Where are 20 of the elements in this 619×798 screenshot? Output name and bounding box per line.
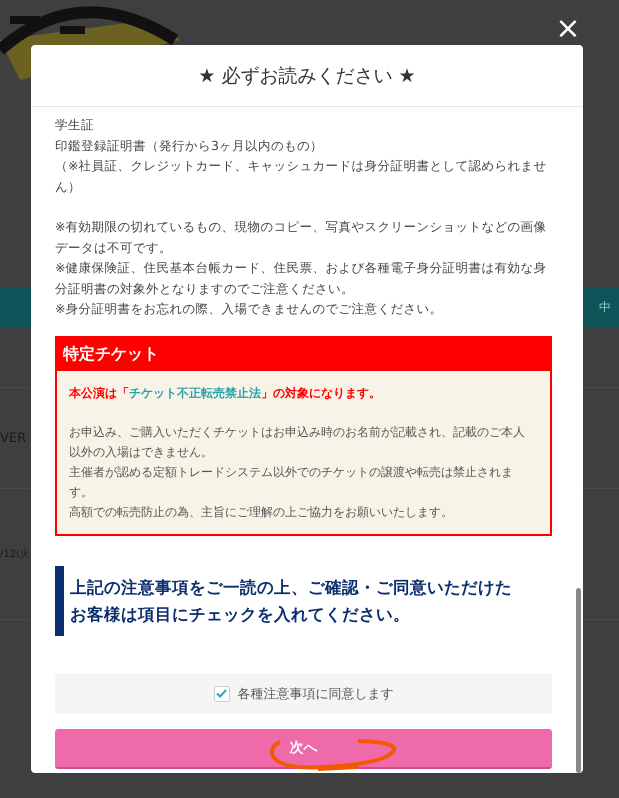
id-document-text: （※社員証、クレジットカード、キャッシュカードは身分証明書として認められません） bbox=[55, 157, 548, 196]
ticket-rule-text: 主催者が認める定額トレードシステム以外でのチケットの譲渡や転売は禁止されます。 bbox=[69, 464, 514, 500]
scrollbar-thumb[interactable] bbox=[576, 588, 581, 773]
agree-checkbox[interactable] bbox=[214, 686, 230, 702]
special-ticket-heading: 特定チケット bbox=[57, 338, 550, 370]
status-text: 中 bbox=[599, 298, 611, 316]
ticket-rule-text: 高額での転売防止の為、主旨にご理解の上ご協力をお願いいたします。 bbox=[69, 504, 454, 520]
check-icon bbox=[216, 689, 227, 698]
note-text: ※有効期限の切れているもの、現物のコピー、写真やスクリーンショットなどの画像データは不可です。 bbox=[55, 218, 548, 256]
confirm-heading: 上記の注意事項をご一読の上、ご確認・ご同意いただけたお客様は項目にチェックを入れてください。 bbox=[55, 566, 552, 636]
law-notice-text: 本公演は「チケット不正転売禁止法」の対象になります。 bbox=[69, 384, 382, 402]
agree-checkbox-row[interactable]: 各種注意事項に同意します bbox=[55, 674, 552, 714]
note-text: ※健康保険証、住民基本台帳カード、住民票、および各種電子身分証明書は有効な身分証明書の対象外となりますのでご注意ください。 bbox=[55, 259, 548, 298]
id-document-text: 印鑑登録証明書（発行から3ヶ月以内のもの） bbox=[55, 136, 324, 154]
note-text: ※身分証明書をお忘れの際、入場できませんのでご注意ください。 bbox=[55, 300, 444, 318]
ticket-rule-text: お申込み、ご購入いただくチケットはお申込み時のお名前が記載され、記載のご本人以外の入場はできません。 bbox=[69, 424, 526, 460]
agree-label: 各種注意事項に同意します bbox=[238, 686, 394, 702]
id-document-text: 学生証 bbox=[55, 116, 95, 134]
modal-title: ★ 必ずお読みください ★ bbox=[198, 64, 416, 88]
close-button[interactable]: × bbox=[555, 16, 581, 42]
